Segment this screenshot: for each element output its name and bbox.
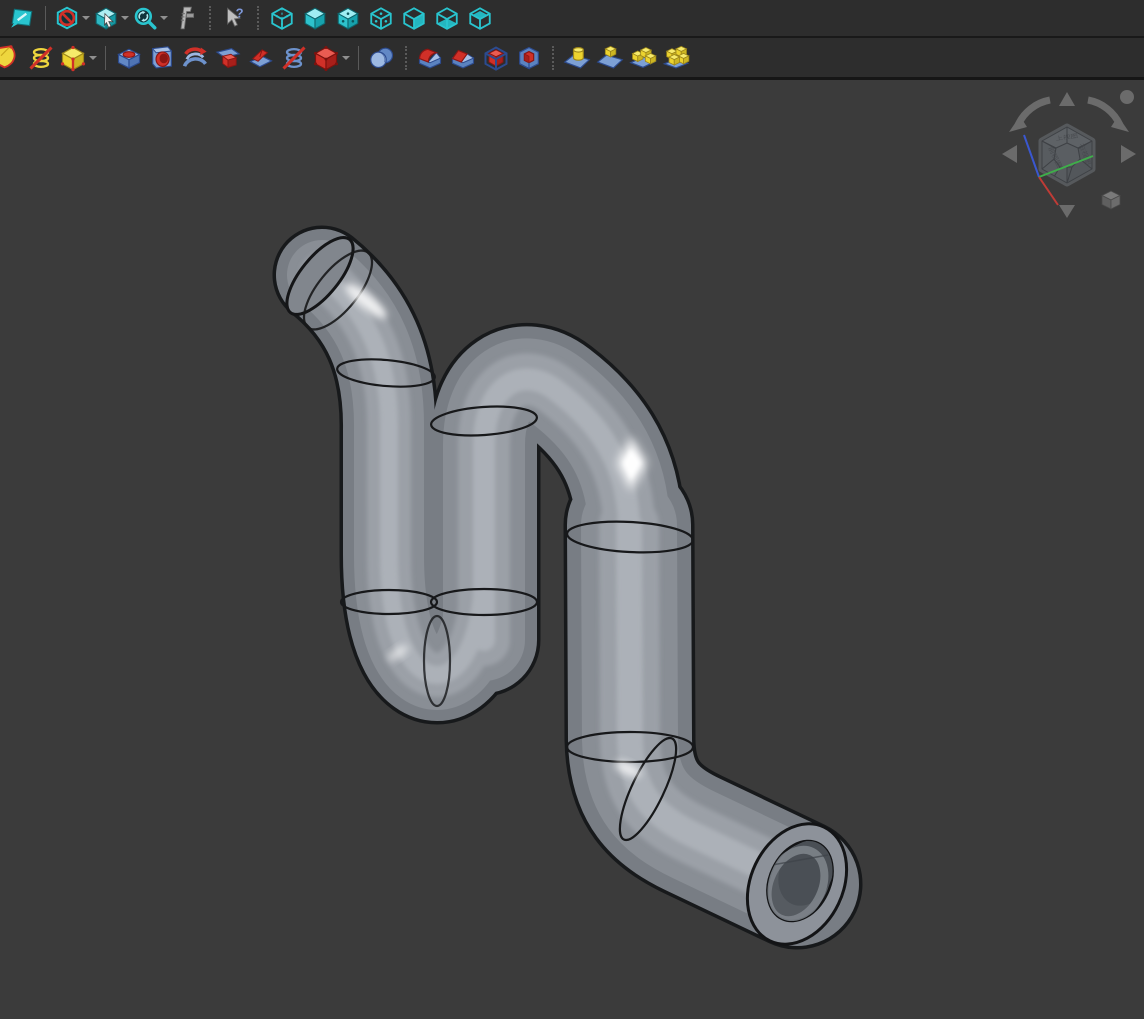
dropdown-caret[interactable]: [89, 56, 97, 60]
no-select-icon: [54, 5, 80, 31]
viewcube-pan-down-arrow[interactable]: [1059, 205, 1075, 218]
no-spiral-yellow-icon: [27, 44, 55, 72]
toolbar-separator: [405, 46, 407, 70]
terrain-cubes-icon: [629, 44, 657, 72]
toolbar-button-remove-helix-feature[interactable]: [25, 42, 57, 74]
hole-blue-icon: [148, 44, 176, 72]
viewcube-iso-button[interactable]: [1102, 191, 1120, 209]
toolbar-button-imprint-cylinder[interactable]: [561, 42, 593, 74]
toolbar-button-edit-vertices[interactable]: [58, 42, 98, 74]
toolbar-button-edit-solid[interactable]: [311, 42, 351, 74]
toolbar-button-visual-style-hidden-line[interactable]: [365, 2, 397, 34]
toolbar-separator: [358, 46, 359, 70]
toolbar-button-chamfer-edges[interactable]: [447, 42, 479, 74]
shell-cube-icon: [482, 44, 510, 72]
svg-text:?: ?: [236, 5, 244, 20]
toolbar-button-create-flange[interactable]: [245, 42, 277, 74]
view-toolbar: ?: [0, 0, 1144, 38]
cube-face-right-icon: [401, 5, 427, 31]
select-cube-icon: [93, 5, 119, 31]
chamfer-icon: [449, 44, 477, 72]
toolbar-button-boolean-union[interactable]: [366, 42, 398, 74]
toolbar-button-create-rib[interactable]: [179, 42, 211, 74]
toolbar-button-imprint-cube[interactable]: [594, 42, 626, 74]
cube-solid-icon: [302, 5, 328, 31]
toolbar-button-visual-style-face-right[interactable]: [398, 2, 430, 34]
z-axis: [1024, 135, 1039, 177]
caliper-icon: [173, 5, 199, 31]
boss-red-icon: [214, 44, 242, 72]
cube-face-back-icon: [467, 5, 493, 31]
cube-vertex-yellow-icon: [59, 44, 87, 72]
viewcube-cube[interactable]: 上视图 前视图 右视图: [1042, 127, 1093, 183]
toolbar-button-remove-spiral[interactable]: [278, 42, 310, 74]
toolbar-button-measure-caliper[interactable]: [170, 2, 202, 34]
toolbar-button-visual-style-wireframe[interactable]: [266, 2, 298, 34]
dropdown-caret[interactable]: [342, 56, 350, 60]
cubes-group-icon: [662, 44, 690, 72]
cube-solid-dots-icon: [335, 5, 361, 31]
toolbar-button-create-slot[interactable]: [113, 42, 145, 74]
terrain-cylinder-icon: [563, 44, 591, 72]
viewport-3d[interactable]: 上视图 前视图 右视图: [0, 85, 1144, 1019]
viewcube-rotate-ccw-arrow[interactable]: [1009, 100, 1050, 132]
viewcube-pan-left-arrow[interactable]: [1002, 145, 1017, 163]
cube-dashed-icon: [269, 5, 295, 31]
toolbar-separator: [552, 46, 554, 70]
toolbar-button-visual-style-face-back[interactable]: [464, 2, 496, 34]
hollow-shell-icon: [515, 44, 543, 72]
toolbar-button-create-hole[interactable]: [146, 42, 178, 74]
toolbar-button-annotate-plane[interactable]: [6, 2, 38, 34]
viewcube-widget[interactable]: 上视图 前视图 右视图: [994, 85, 1144, 230]
toolbar-button-visual-style-face-bottom[interactable]: [431, 2, 463, 34]
toolbar-separator: [105, 46, 106, 70]
dropdown-caret[interactable]: [160, 16, 168, 20]
toolbar-button-surface-patch[interactable]: [0, 42, 24, 74]
fillet-icon: [416, 44, 444, 72]
pencil-plane-icon: [9, 5, 35, 31]
slot-blue-icon: [115, 44, 143, 72]
viewcube-home-button[interactable]: [1120, 90, 1134, 104]
x-axis: [1039, 177, 1058, 205]
pipe-solid-model[interactable]: [276, 228, 866, 961]
cube-face-bottom-icon: [434, 5, 460, 31]
no-spiral-red-icon: [280, 44, 308, 72]
toolbar-button-context-help[interactable]: ?: [218, 2, 250, 34]
help-cursor-icon: ?: [221, 5, 247, 31]
viewcube-pan-right-arrow[interactable]: [1121, 145, 1136, 163]
toolbar-button-extract-faces[interactable]: [480, 42, 512, 74]
cube-wire-dots-icon: [368, 5, 394, 31]
dropdown-caret[interactable]: [82, 16, 90, 20]
toolbar-separator: [257, 6, 259, 30]
toolbar-separator: [209, 6, 211, 30]
toolbar-button-group-features[interactable]: [660, 42, 692, 74]
viewcube-pan-up-arrow[interactable]: [1059, 92, 1075, 106]
cube-red-edges-icon: [312, 44, 340, 72]
toolbar-button-visual-style-shaded[interactable]: [299, 2, 331, 34]
toolbar-separator: [45, 6, 46, 30]
viewcube-rotate-cw-arrow[interactable]: [1088, 100, 1129, 132]
flange-red-icon: [247, 44, 275, 72]
union-spheres-icon: [368, 44, 396, 72]
toolbar-button-no-selection[interactable]: [53, 2, 91, 34]
toolbar-button-visual-style-shaded-edges[interactable]: [332, 2, 364, 34]
toolbar-button-array-features[interactable]: [627, 42, 659, 74]
zoom-cycle-icon: [132, 5, 158, 31]
toolbar-button-select-solid[interactable]: [92, 2, 130, 34]
terrain-cube-icon: [596, 44, 624, 72]
toolbar-button-create-boss[interactable]: [212, 42, 244, 74]
solid-editing-toolbar: [0, 38, 1144, 80]
model-canvas[interactable]: [0, 85, 1144, 1019]
dropdown-caret[interactable]: [121, 16, 129, 20]
surf-yellow-icon: [0, 44, 22, 72]
toolbar-button-zoom-realtime[interactable]: [131, 2, 169, 34]
toolbar-button-shell-solid[interactable]: [513, 42, 545, 74]
toolbar-button-fillet-edges[interactable]: [414, 42, 446, 74]
rib-red-icon: [181, 44, 209, 72]
